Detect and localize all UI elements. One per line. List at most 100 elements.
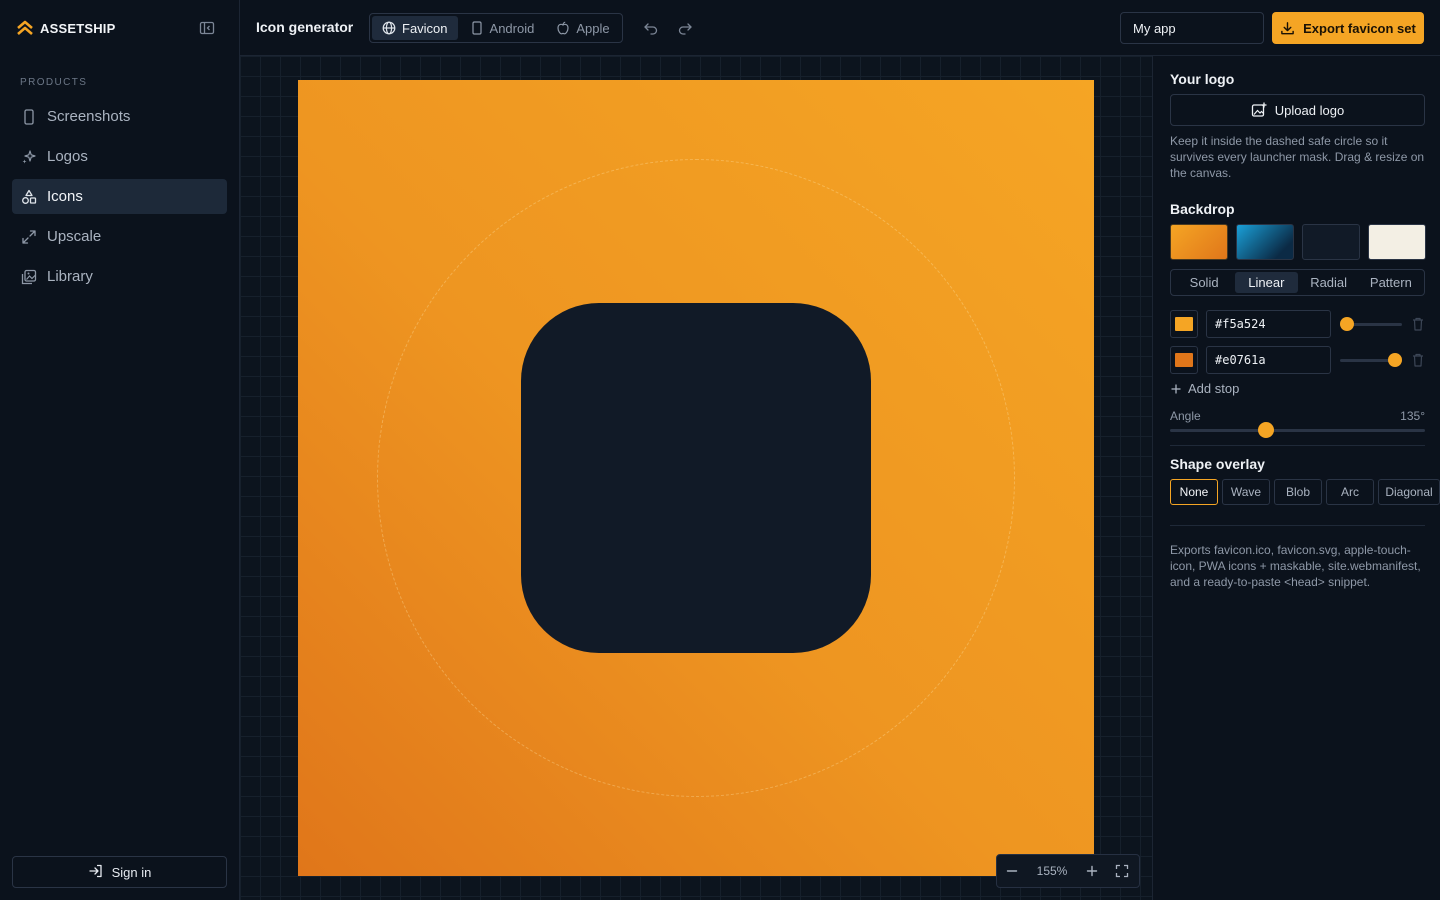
sidebar-toggle-icon (199, 21, 215, 35)
color-chip (1175, 317, 1193, 331)
apple-icon (557, 21, 569, 35)
properties-panel: Your logo Upload logo Keep it inside the… (1152, 56, 1440, 900)
sidebar-item-label: Screenshots (47, 108, 131, 125)
overlay-diagonal[interactable]: Diagonal (1378, 479, 1440, 505)
sidebar-item-logos[interactable]: Logos (12, 139, 227, 174)
phone-icon (471, 21, 482, 35)
sidebar-item-label: Library (47, 268, 93, 285)
tab-label: Apple (576, 20, 610, 36)
logo-placeholder-shape[interactable] (521, 303, 871, 653)
add-stop-label: Add stop (1188, 381, 1240, 396)
redo-button[interactable] (675, 18, 695, 38)
slider-thumb[interactable] (1388, 353, 1402, 367)
sign-in-button[interactable]: Sign in (12, 856, 227, 888)
shape-overlay-heading: Shape overlay (1170, 456, 1265, 472)
tab-favicon[interactable]: Favicon (372, 16, 458, 40)
swatch-dark-navy[interactable] (1302, 224, 1360, 260)
angle-slider[interactable] (1170, 422, 1425, 438)
tab-label: Favicon (402, 20, 448, 36)
gradient-stop-row (1170, 310, 1430, 338)
export-favicon-button[interactable]: Export favicon set (1272, 12, 1424, 44)
divider (1170, 525, 1425, 526)
undo-icon (644, 23, 658, 35)
tab-label: Android (489, 20, 535, 36)
overlay-wave[interactable]: Wave (1222, 479, 1270, 505)
app-name-input[interactable] (1120, 12, 1264, 44)
overlay-none[interactable]: None (1170, 479, 1218, 505)
sidebar-item-screenshots[interactable]: Screenshots (12, 99, 227, 134)
slider-thumb[interactable] (1340, 317, 1354, 331)
undo-button[interactable] (641, 18, 661, 38)
backdrop-heading: Backdrop (1170, 201, 1235, 217)
angle-value: 135° (1400, 409, 1425, 423)
tab-android[interactable]: Android (460, 16, 545, 40)
sign-in-icon (88, 863, 104, 882)
expand-icon (21, 229, 37, 245)
overlay-arc[interactable]: Arc (1326, 479, 1374, 505)
shape-overlay-options: None Wave Blob Arc Diagonal (1170, 479, 1440, 505)
sidebar-item-library[interactable]: Library (12, 259, 227, 294)
add-stop-button[interactable]: Add stop (1170, 381, 1239, 396)
export-note: Exports favicon.ico, favicon.svg, apple-… (1170, 543, 1421, 589)
stop-hex-input[interactable] (1206, 310, 1331, 338)
tab-radial[interactable]: Radial (1298, 272, 1360, 293)
upload-logo-button[interactable]: Upload logo (1170, 94, 1425, 126)
top-bar: Icon generator Favicon Android Apple Exp… (240, 0, 1440, 56)
stop-color-picker[interactable] (1170, 310, 1198, 338)
stop-position-slider[interactable] (1340, 317, 1402, 331)
slider-track (1170, 429, 1425, 432)
plus-icon (1086, 865, 1098, 877)
backdrop-type-tabs: Solid Linear Radial Pattern (1170, 269, 1425, 296)
canvas-area[interactable]: 155% (240, 56, 1152, 900)
sparkles-icon (21, 149, 37, 165)
image-upload-icon (1251, 102, 1267, 117)
collapse-sidebar-button[interactable] (197, 18, 217, 38)
angle-label: Angle (1170, 409, 1201, 423)
sidebar-item-label: Icons (47, 188, 83, 205)
sidebar-item-label: Logos (47, 148, 88, 165)
gradient-stop-row (1170, 346, 1430, 374)
globe-icon (382, 21, 396, 35)
sidebar-item-icons[interactable]: Icons (12, 179, 227, 214)
logo-hint-text: Keep it inside the dashed safe circle so… (1170, 134, 1425, 180)
swatch-orange-gradient[interactable] (1170, 224, 1228, 260)
tab-solid[interactable]: Solid (1173, 272, 1235, 293)
tab-apple[interactable]: Apple (546, 16, 619, 40)
phone-icon (21, 108, 37, 125)
swatch-cream[interactable] (1368, 224, 1426, 260)
icon-artboard[interactable] (298, 80, 1094, 876)
sidebar-item-upscale[interactable]: Upscale (12, 219, 227, 254)
zoom-in-button[interactable] (1077, 855, 1107, 887)
swatch-blue-gradient[interactable] (1236, 224, 1294, 260)
tab-linear[interactable]: Linear (1235, 272, 1298, 293)
slider-thumb[interactable] (1257, 422, 1274, 438)
upload-logo-label: Upload logo (1274, 102, 1345, 118)
brand-name: ASSETSHIP (40, 20, 116, 36)
zoom-out-button[interactable] (997, 855, 1027, 887)
stop-hex-input[interactable] (1206, 346, 1331, 374)
minus-icon (1006, 870, 1018, 872)
stop-position-slider[interactable] (1340, 353, 1402, 367)
sidebar-nav: Screenshots Logos Icons Upscale Library (12, 99, 227, 299)
page-title: Icon generator (256, 19, 354, 35)
assetship-logo-icon (16, 19, 34, 37)
fullscreen-button[interactable] (1107, 855, 1137, 887)
your-logo-heading: Your logo (1170, 71, 1235, 87)
plus-icon (1171, 384, 1181, 393)
fullscreen-icon (1115, 864, 1129, 878)
zoom-controls: 155% (996, 854, 1140, 888)
sidebar: ASSETSHIP PRODUCTS Screenshots Logos Ico… (0, 0, 240, 900)
delete-stop-button[interactable] (1411, 352, 1425, 368)
shapes-icon (21, 189, 37, 205)
brand[interactable]: ASSETSHIP (16, 18, 115, 38)
platform-tabs: Favicon Android Apple (369, 13, 623, 43)
backdrop-swatches (1170, 224, 1426, 260)
stop-color-picker[interactable] (1170, 346, 1198, 374)
export-label: Export favicon set (1303, 20, 1416, 36)
tab-pattern[interactable]: Pattern (1360, 272, 1422, 293)
sidebar-item-label: Upscale (47, 228, 102, 245)
redo-icon (678, 23, 692, 35)
delete-stop-button[interactable] (1411, 316, 1425, 332)
overlay-blob[interactable]: Blob (1274, 479, 1322, 505)
color-chip (1175, 353, 1193, 367)
